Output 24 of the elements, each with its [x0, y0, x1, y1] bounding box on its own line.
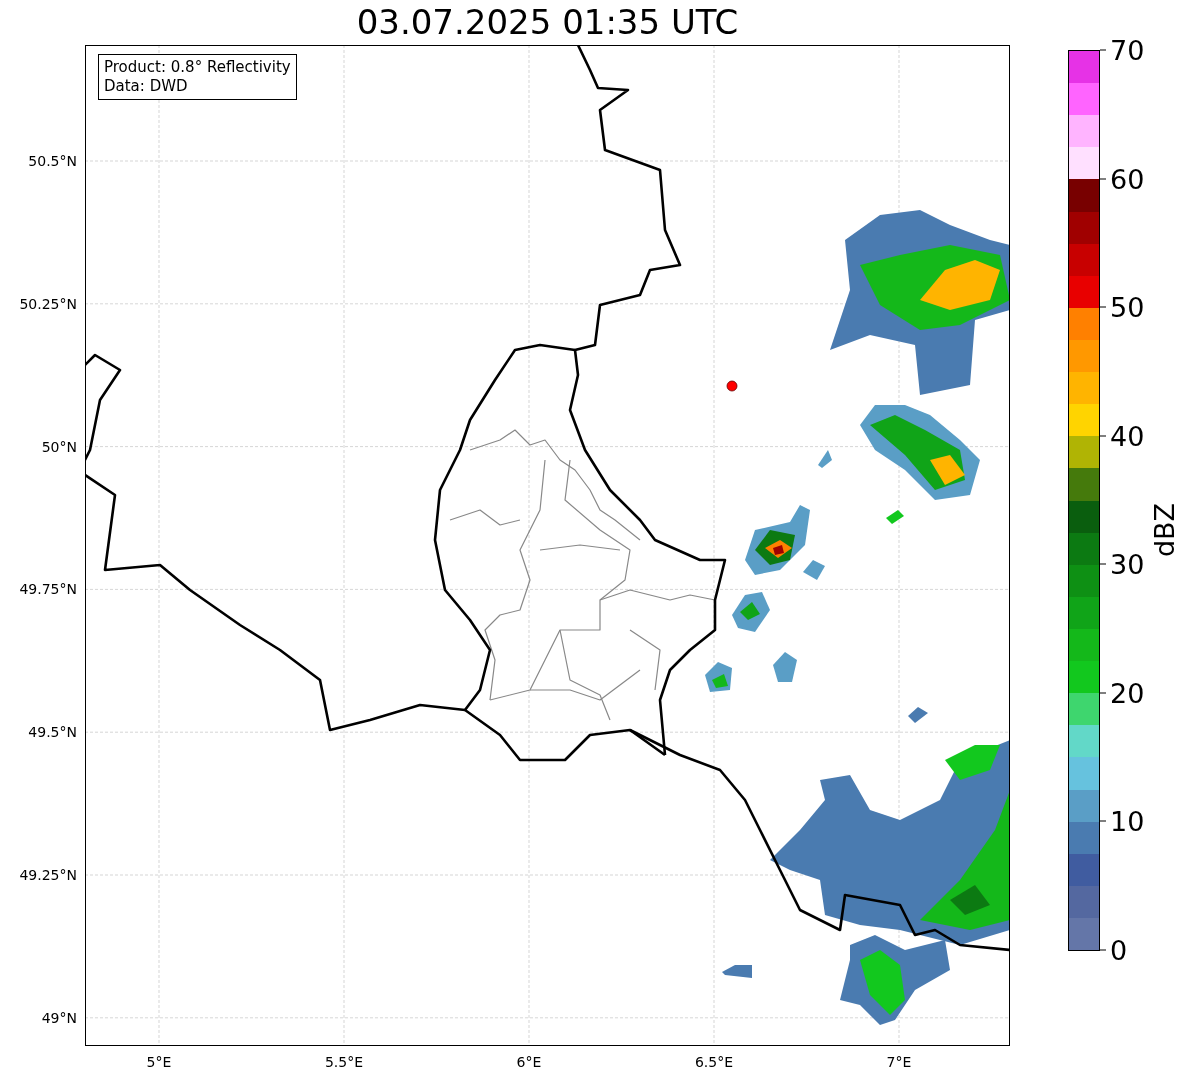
axis-tick-label: 5°E: [146, 1054, 172, 1070]
legend-text: Product: 0.8° Reflectivity: [104, 58, 291, 77]
axis-tick-label: 49°N: [41, 1009, 77, 1026]
colorbar-tick-label: 10: [1100, 805, 1145, 837]
legend-text: Data: DWD: [104, 77, 189, 96]
chart-title: 03.07.2025 01:35 UTC: [355, 1, 740, 44]
axis-tick-label: 6°E: [516, 1054, 542, 1070]
colorbar-label: dBZ: [1148, 502, 1180, 558]
axis-tick-label: 5.5°E: [324, 1054, 364, 1070]
axis-tick-label: 50.5°N: [28, 153, 77, 169]
colorbar-tick-label: 50: [1100, 291, 1145, 323]
colorbar-tick-label: 20: [1100, 677, 1145, 709]
colorbar-tick-label: 70: [1100, 34, 1145, 66]
axis-tick-label: 49.25°N: [19, 867, 77, 883]
axis-tick-label: 6.5°E: [694, 1054, 734, 1070]
colorbar-tick-label: 30: [1100, 548, 1145, 580]
axis-tick-label: 49.75°N: [19, 581, 77, 598]
colorbar-tick-label: 40: [1100, 420, 1145, 452]
axis-tick-label: 50°N: [41, 438, 77, 455]
axis-tick-label: 7°E: [886, 1054, 912, 1070]
colorbar-tick-label: 60: [1100, 163, 1145, 195]
colorbar-tick-label: 0: [1100, 934, 1128, 966]
axis-tick-label: 49.5°N: [28, 724, 77, 741]
axis-tick-label: 50.25°N: [19, 295, 77, 312]
